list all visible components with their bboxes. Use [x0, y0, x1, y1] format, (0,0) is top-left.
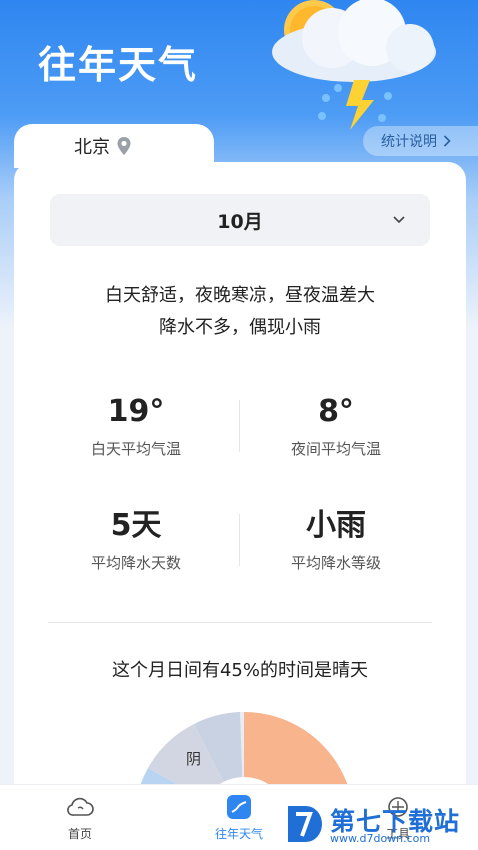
rain-days-stat: 5天 平均降水天数	[36, 506, 236, 573]
tab-history-weather[interactable]: 往年天气	[189, 793, 289, 842]
section-divider	[48, 622, 432, 623]
description-line-2: 降水不多，偶现小雨	[159, 317, 321, 338]
day-temp-value: 19°	[107, 394, 165, 429]
rain-level-stat: 小雨 平均降水等级	[236, 506, 436, 573]
rain-level-value: 小雨	[306, 508, 366, 543]
location-pin-icon	[117, 137, 131, 155]
d7-logo-icon	[288, 806, 322, 842]
tab-home[interactable]: 首页	[30, 793, 130, 842]
rain-days-label: 平均降水天数	[90, 554, 181, 572]
tab-home-label: 首页	[67, 827, 92, 841]
cloud-thunder-icon	[272, 0, 436, 130]
night-temp-stat: 8° 夜间平均气温	[236, 392, 436, 459]
chevron-down-icon	[393, 216, 405, 224]
description-line-1: 白天舒适，夜晚寒凉，昼夜温差大	[105, 285, 375, 306]
night-temp-value: 8°	[318, 394, 354, 429]
cloud-icon	[67, 797, 94, 816]
watermark: 第七下载站 www.d7down.com	[284, 800, 478, 850]
tab-history-label: 往年天气	[214, 827, 263, 841]
month-value: 10月	[217, 210, 263, 233]
trend-chart-icon	[227, 795, 251, 819]
chevron-right-icon	[443, 135, 451, 147]
day-temp-label: 白天平均气温	[90, 440, 181, 458]
sunny-summary: 这个月日间有45%的时间是晴天	[111, 660, 368, 681]
city-name: 北京	[74, 137, 110, 158]
watermark-url: www.d7down.com	[330, 832, 431, 845]
page-title: 往年天气	[38, 43, 199, 87]
rain-days-value: 5天	[110, 508, 162, 543]
stats-link-label: 统计说明	[381, 134, 437, 150]
day-temp-stat: 19° 白天平均气温	[36, 392, 236, 459]
month-dropdown[interactable]: 10月	[50, 194, 430, 246]
night-temp-label: 夜间平均气温	[290, 440, 381, 458]
stats-explanation-link[interactable]: 统计说明	[363, 126, 478, 156]
rain-level-label: 平均降水等级	[290, 554, 381, 572]
climate-card: 10月 白天舒适，夜晚寒凉，昼夜温差大 降水不多，偶现小雨 19° 白天平均气温…	[14, 162, 466, 802]
pie-label-overcast: 阴	[186, 750, 201, 768]
climate-description: 白天舒适，夜晚寒凉，昼夜温差大 降水不多，偶现小雨	[14, 280, 466, 344]
